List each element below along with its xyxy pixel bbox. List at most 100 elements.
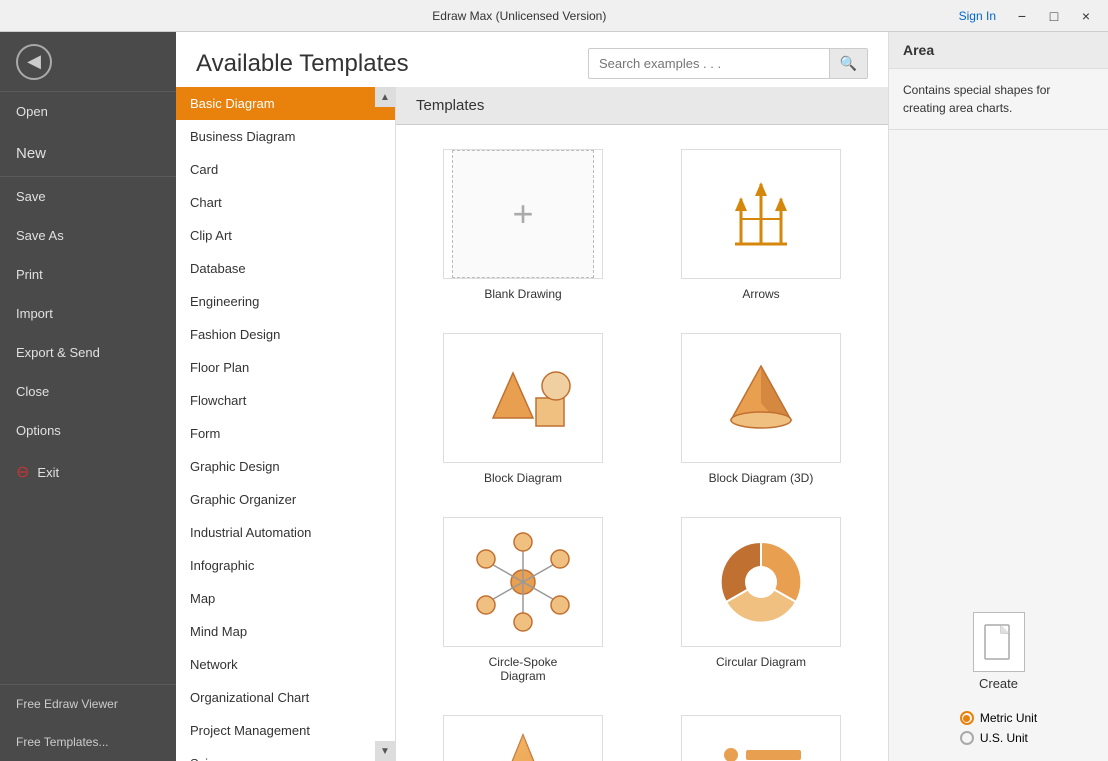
center-panel: Available Templates 🔍 ▲ Basic Diagram Bu… [176,32,888,761]
template-label-block3d: Block Diagram (3D) [709,471,814,485]
template-item-star[interactable]: Star [412,707,634,761]
template-item-arrows[interactable]: Arrows [650,141,872,309]
unit-us-label: U.S. Unit [980,731,1028,745]
content-area: ▲ Basic Diagram Business Diagram Card Ch… [176,87,888,761]
category-item-flowchart[interactable]: Flowchart [176,384,395,417]
unit-metric-label: Metric Unit [980,711,1037,725]
arrows-svg [711,164,811,264]
list-svg [706,730,816,761]
category-item-business-diagram[interactable]: Business Diagram [176,120,395,153]
sidebar-item-export-send[interactable]: Export & Send [0,333,176,372]
template-thumb-block3d [681,333,841,463]
category-item-industrial-automation[interactable]: Industrial Automation [176,516,395,549]
template-label-circlespoke: Circle-Spoke Diagram [489,655,558,683]
available-templates-header: Available Templates 🔍 [176,32,888,87]
create-button[interactable]: Create [965,604,1033,699]
category-scroll-down[interactable]: ▼ [375,741,395,761]
search-button[interactable]: 🔍 [829,49,867,78]
radio-us-outer [960,731,974,745]
category-item-basic-diagram[interactable]: Basic Diagram [176,87,395,120]
circular-svg [701,527,821,637]
template-thumb-circular [681,517,841,647]
minimize-button[interactable]: − [1008,2,1036,30]
template-label-block: Block Diagram [484,471,562,485]
right-panel: Area Contains special shapes for creatin… [888,32,1108,761]
radio-metric-outer [960,711,974,725]
right-panel-description: Contains special shapes for creating are… [889,69,1108,130]
template-label-arrows: Arrows [742,287,779,301]
create-button-label: Create [979,676,1018,691]
sidebar-item-print[interactable]: Print [0,255,176,294]
sign-in-link[interactable]: Sign In [951,5,1004,27]
template-thumb-star [443,715,603,761]
sidebar-item-free-templates[interactable]: Free Templates... [0,723,176,761]
back-icon: ◀ [16,44,52,80]
search-box[interactable]: 🔍 [588,48,868,79]
category-item-infographic[interactable]: Infographic [176,549,395,582]
exit-icon: ⊖ [16,462,29,482]
sidebar-item-close[interactable]: Close [0,372,176,411]
category-item-graphic-design[interactable]: Graphic Design [176,450,395,483]
sidebar-footer: Free Edraw Viewer Free Templates... [0,684,176,761]
category-item-network[interactable]: Network [176,648,395,681]
category-item-engineering[interactable]: Engineering [176,285,395,318]
category-item-clip-art[interactable]: Clip Art [176,219,395,252]
search-input[interactable] [589,50,829,77]
template-item-block-diagram[interactable]: Block Diagram [412,325,634,493]
sidebar-item-exit[interactable]: ⊖ Exit [0,450,176,494]
document-icon [983,623,1015,661]
category-scroll-up[interactable]: ▲ [375,87,395,107]
category-item-database[interactable]: Database [176,252,395,285]
sidebar-item-new[interactable]: New [0,131,176,177]
templates-grid: + Blank Drawing [412,141,872,761]
category-item-form[interactable]: Form [176,417,395,450]
template-item-circle-spoke[interactable]: Circle-Spoke Diagram [412,509,634,691]
category-item-fashion-design[interactable]: Fashion Design [176,318,395,351]
template-thumb-list [681,715,841,761]
template-item-list-diagram[interactable]: List Diagram [650,707,872,761]
title-bar: Edraw Max (Unlicensed Version) Sign In −… [0,0,1108,32]
category-item-science[interactable]: Science [176,747,395,761]
star-svg [468,725,578,761]
close-button[interactable]: × [1072,2,1100,30]
category-item-chart[interactable]: Chart [176,186,395,219]
block3d-svg [706,348,816,448]
circlespoke-svg [463,527,583,637]
plus-icon: + [512,193,533,235]
title-bar-title: Edraw Max (Unlicensed Version) [88,9,951,23]
category-item-card[interactable]: Card [176,153,395,186]
template-item-blank-drawing[interactable]: + Blank Drawing [412,141,634,309]
templates-panel: Templates + Blank Drawing [396,87,888,761]
sidebar-item-open[interactable]: Open [0,92,176,131]
right-panel-title: Area [889,32,1108,69]
template-item-circular-diagram[interactable]: Circular Diagram [650,509,872,691]
category-item-project-mgmt[interactable]: Project Management [176,714,395,747]
unit-us[interactable]: U.S. Unit [960,731,1037,745]
category-item-org-chart[interactable]: Organizational Chart [176,681,395,714]
sidebar-item-import[interactable]: Import [0,294,176,333]
template-item-block-diagram-3d[interactable]: Block Diagram (3D) [650,325,872,493]
main-content: ◀ Open New Save Save As Print Import Exp… [0,32,1108,761]
blank-thumb: + [452,150,594,278]
template-label-blank: Blank Drawing [484,287,561,301]
right-panel-spacer [889,130,1108,588]
available-templates-title: Available Templates [196,50,409,78]
sidebar-item-free-viewer[interactable]: Free Edraw Viewer [0,685,176,723]
template-thumb-blank: + [443,149,603,279]
template-thumb-block [443,333,603,463]
sidebar-item-options[interactable]: Options [0,411,176,450]
category-item-mind-map[interactable]: Mind Map [176,615,395,648]
maximize-button[interactable]: □ [1040,2,1068,30]
unit-metric[interactable]: Metric Unit [960,711,1037,725]
category-item-graphic-organizer[interactable]: Graphic Organizer [176,483,395,516]
block-svg [468,348,578,448]
back-button[interactable]: ◀ [0,32,176,92]
unit-options: Metric Unit U.S. Unit [960,711,1037,745]
category-item-map[interactable]: Map [176,582,395,615]
sidebar: ◀ Open New Save Save As Print Import Exp… [0,32,176,761]
category-item-floor-plan[interactable]: Floor Plan [176,351,395,384]
sidebar-item-save-as[interactable]: Save As [0,216,176,255]
create-button-icon [973,612,1025,672]
sidebar-item-save[interactable]: Save [0,177,176,216]
category-list: ▲ Basic Diagram Business Diagram Card Ch… [176,87,396,761]
